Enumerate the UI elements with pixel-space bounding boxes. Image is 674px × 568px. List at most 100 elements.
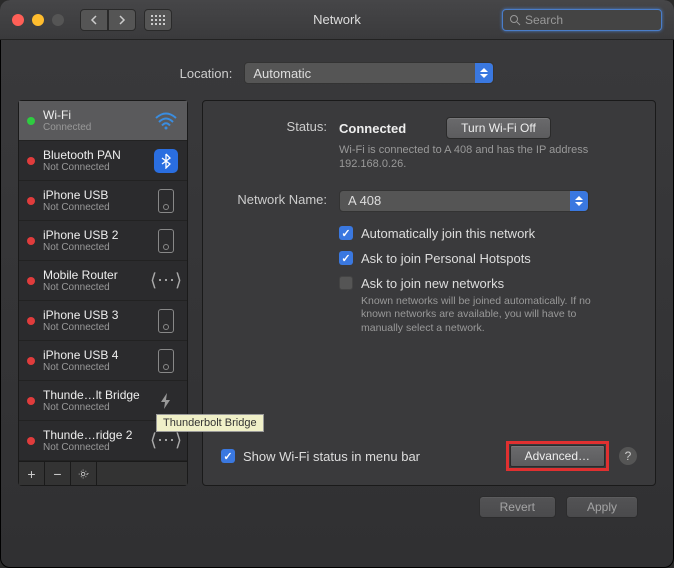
detail-panel: Status: Connected Turn Wi-Fi Off Wi-Fi i… [202,100,656,486]
service-status: Not Connected [43,322,153,333]
service-name: Wi-Fi [43,108,153,122]
service-text: iPhone USB 4Not Connected [43,348,153,373]
service-status: Not Connected [43,402,153,413]
back-button[interactable] [80,9,108,31]
service-icon: ⟨⋯⟩ [153,268,179,294]
service-icon [153,308,179,334]
revert-button[interactable]: Revert [479,496,556,518]
hotspot-label: Ask to join Personal Hotspots [361,251,531,266]
window-title: Network [313,12,361,27]
close-button[interactable] [12,14,24,26]
bluetooth-icon [154,149,178,173]
service-text: Thunde…ridge 2Not Connected [43,428,153,453]
add-service-button[interactable]: + [19,462,45,485]
status-description: Wi-Fi is connected to A 408 and has the … [339,143,619,172]
checkbox-checked-icon [339,226,353,240]
network-name-select[interactable]: A 408 [339,190,589,212]
location-select[interactable]: Automatic [244,62,494,84]
minimize-button[interactable] [32,14,44,26]
service-name: Thunde…ridge 2 [43,428,153,442]
service-item-mobile-router[interactable]: Mobile RouterNot Connected⟨⋯⟩ [19,261,187,301]
service-name: Mobile Router [43,268,153,282]
service-item-iphone-usb-3[interactable]: iPhone USB 3Not Connected [19,301,187,341]
chevron-right-icon [118,15,126,25]
tooltip: Thunderbolt Bridge [156,414,264,432]
footer-buttons: Revert Apply [18,486,656,518]
join-new-description: Known networks will be joined automatica… [361,295,621,336]
search-input[interactable]: Search [502,9,662,31]
service-name: iPhone USB [43,188,153,202]
checkbox-checked-icon [221,449,235,463]
chevron-left-icon [90,15,98,25]
advanced-button[interactable]: Advanced… [510,445,605,467]
status-dot [27,237,35,245]
phone-icon [158,349,174,373]
service-status: Connected [43,122,153,133]
service-text: Mobile RouterNot Connected [43,268,153,293]
service-text: Wi-FiConnected [43,108,153,133]
phone-icon [158,189,174,213]
service-text: Thunde…lt BridgeNot Connected [43,388,153,413]
status-label: Status: [221,117,339,172]
location-row: Location: Automatic [18,62,656,84]
location-label: Location: [180,66,233,81]
remove-service-button[interactable]: − [45,462,71,485]
service-text: iPhone USB 3Not Connected [43,308,153,333]
service-name: Thunde…lt Bridge [43,388,153,402]
search-icon [509,14,521,26]
updown-icon [475,63,493,83]
service-text: iPhone USBNot Connected [43,188,153,213]
phone-icon [158,309,174,333]
titlebar: Network Search [0,0,674,40]
service-text: iPhone USB 2Not Connected [43,228,153,253]
service-icon [153,388,179,414]
service-status: Not Connected [43,242,153,253]
service-icon [153,228,179,254]
phone-icon [158,229,174,253]
service-status: Not Connected [43,442,153,453]
service-item-iphone-usb[interactable]: iPhone USBNot Connected [19,181,187,221]
service-icon [153,108,179,134]
checkbox-unchecked-icon [339,276,353,290]
join-new-checkbox[interactable]: Ask to join new networks [339,276,637,291]
auto-join-checkbox[interactable]: Automatically join this network [339,226,637,241]
wifi-toggle-button[interactable]: Turn Wi-Fi Off [446,117,551,139]
auto-join-label: Automatically join this network [361,226,535,241]
join-new-label: Ask to join new networks [361,276,504,291]
advanced-highlight: Advanced… [506,441,609,471]
status-value: Connected [339,121,406,136]
status-dot [27,157,35,165]
service-status: Not Connected [43,202,153,213]
help-button[interactable]: ? [619,447,637,465]
hotspot-checkbox[interactable]: Ask to join Personal Hotspots [339,251,637,266]
status-dot [27,197,35,205]
status-dot [27,397,35,405]
nav-buttons [80,9,136,31]
service-status: Not Connected [43,362,153,373]
service-item-bluetooth-pan[interactable]: Bluetooth PANNot Connected [19,141,187,181]
menubar-checkbox[interactable]: Show Wi-Fi status in menu bar [221,449,420,464]
tether-icon: ⟨⋯⟩ [150,430,182,451]
service-actions-button[interactable] [71,462,97,485]
service-status: Not Connected [43,162,153,173]
wifi-icon [155,112,177,130]
service-item-iphone-usb-2[interactable]: iPhone USB 2Not Connected [19,221,187,261]
network-name-label: Network Name: [221,190,339,336]
service-item-wi-fi[interactable]: Wi-FiConnected [19,101,187,141]
network-name-value: A 408 [348,193,381,208]
service-icon [153,188,179,214]
search-placeholder: Search [525,13,563,27]
window-controls [12,14,64,26]
service-text: Bluetooth PANNot Connected [43,148,153,173]
show-all-button[interactable] [144,9,172,31]
zoom-button [52,14,64,26]
forward-button[interactable] [108,9,136,31]
tether-icon: ⟨⋯⟩ [150,270,182,291]
updown-icon [570,191,588,211]
service-item-iphone-usb-4[interactable]: iPhone USB 4Not Connected [19,341,187,381]
menubar-label: Show Wi-Fi status in menu bar [243,449,420,464]
apply-button[interactable]: Apply [566,496,638,518]
service-icon [153,148,179,174]
service-status: Not Connected [43,282,153,293]
service-name: iPhone USB 2 [43,228,153,242]
